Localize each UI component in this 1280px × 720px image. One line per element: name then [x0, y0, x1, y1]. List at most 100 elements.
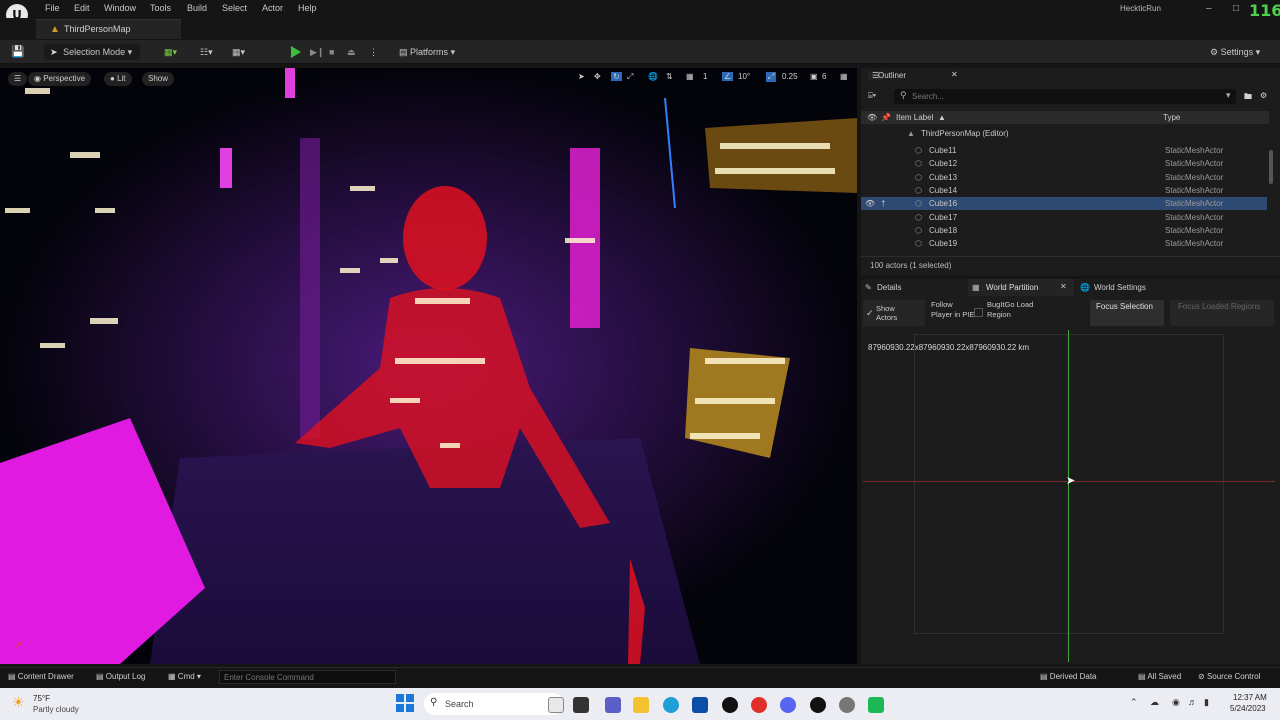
outliner-row[interactable]: ⬡ Cube17 StaticMeshActor [861, 211, 1267, 224]
outliner-row[interactable]: ⬡ Cube14 StaticMeshActor [861, 184, 1267, 197]
add-folder-icon[interactable]: 🖿 [1244, 91, 1252, 105]
menu-actor[interactable]: Actor [262, 3, 283, 13]
cinematics-icon[interactable]: ▦▾ [232, 44, 245, 60]
details-tab[interactable]: ✎ Details [861, 279, 968, 296]
battery-icon[interactable]: ▮ [1204, 697, 1209, 708]
console-command-input[interactable] [219, 670, 396, 684]
show-button[interactable]: Show [142, 72, 175, 86]
type-header[interactable]: Type [1163, 113, 1180, 122]
rotation-snap-value[interactable]: 10° [738, 72, 750, 81]
chevron-up-icon[interactable]: ⌃ [1130, 697, 1138, 708]
menu-select[interactable]: Select [222, 3, 247, 13]
menu-file[interactable]: File [45, 3, 60, 13]
clock-date[interactable]: 5/24/2023 [1230, 704, 1266, 713]
task-view-icon[interactable] [573, 697, 589, 713]
camera-speed-value[interactable]: 6 [822, 72, 826, 81]
show-actors-toggle[interactable]: ✓ Show Actors [863, 300, 925, 326]
play-button[interactable] [291, 46, 301, 58]
stop-icon[interactable]: ■ [329, 44, 334, 60]
outliner-row[interactable]: ⬡ Cube19 StaticMeshActor [861, 237, 1267, 250]
source-control-button[interactable]: ⊘ Source Control [1198, 672, 1260, 681]
surface-snap-icon[interactable]: ⇅ [666, 72, 673, 81]
scale-tool-icon[interactable]: ⤢ [627, 72, 633, 82]
scale-snap-value[interactable]: 0.25 [782, 72, 798, 81]
app-icon-2[interactable] [868, 697, 884, 713]
item-label-header[interactable]: Item Label [896, 113, 933, 122]
all-saved-button[interactable]: ▤ All Saved [1138, 672, 1181, 681]
eject-icon[interactable]: ⏏ [347, 44, 356, 60]
checkbox-icon[interactable] [974, 308, 983, 317]
scale-snap-icon[interactable]: ⤢ [766, 72, 777, 82]
step-icon[interactable]: ▶❙ [310, 44, 324, 60]
camera-speed-icon[interactable]: ▣ [810, 72, 818, 81]
teams-icon[interactable] [605, 697, 621, 713]
visibility-icon[interactable]: 👁 [865, 197, 875, 210]
grid-snap-icon[interactable]: ▦ [686, 72, 694, 81]
clock-time[interactable]: 12:37 AM [1233, 693, 1267, 702]
outliner-settings-icon[interactable]: ⚙ [1260, 91, 1267, 100]
widgets-icon[interactable] [548, 697, 564, 713]
outliner-row[interactable]: ⬡ Cube13 StaticMeshActor [861, 171, 1267, 184]
output-log-button[interactable]: ▤ Output Log [96, 672, 145, 681]
viewport-options-icon[interactable]: ☰ [8, 72, 28, 86]
grid-snap-value[interactable]: 1 [703, 72, 707, 81]
perspective-button[interactable]: ◉ Perspective [28, 72, 92, 86]
cmd-dropdown[interactable]: ▦ Cmd ▾ [168, 672, 201, 681]
maximize-viewport-icon[interactable]: ▦ [840, 72, 848, 81]
menu-tools[interactable]: Tools [150, 3, 171, 13]
world-partition-tab[interactable]: ▦ World Partition ✕ [968, 279, 1074, 296]
minimize-icon[interactable]: – [1206, 3, 1212, 14]
menu-build[interactable]: Build [187, 3, 207, 13]
outliner-root-row[interactable]: ▲ ThirdPersonMap (Editor) [861, 127, 1267, 140]
bugitgo-toggle[interactable]: BugItGo Load Region [974, 300, 1040, 330]
play-options-icon[interactable]: ⋮ [369, 44, 378, 60]
lit-button[interactable]: ● Lit [104, 72, 132, 86]
rotate-tool-icon[interactable]: ↻ [611, 72, 622, 81]
rotation-snap-icon[interactable]: ∠ [722, 72, 734, 81]
follow-player-toggle[interactable]: Follow Player in PIE [928, 300, 976, 330]
pin-column-icon[interactable]: 📌 [881, 113, 891, 122]
translate-tool-icon[interactable]: ✥ [594, 72, 601, 81]
windows-start-icon[interactable] [396, 694, 414, 712]
file-explorer-icon[interactable] [633, 697, 649, 713]
discord-icon[interactable] [780, 697, 796, 713]
focus-loaded-regions-button[interactable]: Focus Loaded Regions [1170, 300, 1274, 326]
outliner-row[interactable]: 👁 † ⬡ Cube16 StaticMeshActor [861, 197, 1267, 211]
settings-button[interactable]: ⚙ Settings ▾ [1210, 44, 1260, 60]
filter-icon[interactable]: ⌸▾ [868, 91, 876, 101]
derived-data-button[interactable]: ▤ Derived Data [1040, 672, 1096, 681]
store-icon[interactable] [692, 697, 708, 713]
outliner-search[interactable]: ⚲ ▾ [894, 89, 1236, 104]
selection-mode-dropdown[interactable]: ➤ Selection Mode ▾ [44, 44, 140, 60]
platforms-dropdown[interactable]: ▤ Platforms ▾ [399, 44, 455, 60]
weather-icon[interactable]: ☀ [12, 694, 25, 711]
level-viewport[interactable]: ☰ ◉ Perspective ● Lit Show ➤ ✥ ↻ ⤢ 🌐 ⇅ ▦… [0, 68, 857, 664]
focus-selection-button[interactable]: Focus Selection [1090, 300, 1164, 326]
menu-edit[interactable]: Edit [74, 3, 90, 13]
outliner-tab[interactable]: Outliner [878, 71, 906, 80]
pin-icon[interactable]: † [881, 197, 885, 210]
save-icon[interactable]: 💾 [11, 44, 25, 60]
taskbar-search[interactable]: ⚲ Search [424, 693, 564, 715]
menu-window[interactable]: Window [104, 3, 136, 13]
volume-icon[interactable]: ♬ [1188, 697, 1197, 707]
close-icon[interactable]: ✕ [951, 70, 958, 79]
world-space-icon[interactable]: 🌐 [648, 72, 658, 81]
close-icon[interactable]: ✕ [1060, 282, 1067, 291]
visibility-column-icon[interactable]: 👁 [867, 113, 877, 122]
cloud-icon[interactable]: ☁ [1150, 697, 1159, 708]
edge-icon[interactable] [663, 697, 679, 713]
menu-help[interactable]: Help [298, 3, 317, 13]
chrome-icon[interactable] [751, 697, 767, 713]
outliner-row[interactable]: ⬡ Cube12 StaticMeshActor [861, 157, 1267, 170]
outliner-row[interactable]: ⬡ Cube18 StaticMeshActor [861, 224, 1267, 237]
unreal-engine-icon[interactable] [810, 697, 826, 713]
maximize-icon[interactable]: □ [1233, 3, 1239, 14]
outliner-row[interactable]: ⬡ Cube11 StaticMeshActor [861, 144, 1267, 157]
select-tool-icon[interactable]: ➤ [578, 72, 585, 81]
search-input[interactable] [912, 90, 1212, 102]
app-icon[interactable] [722, 697, 738, 713]
world-settings-tab[interactable]: 🌐 World Settings [1076, 279, 1186, 296]
map-tab[interactable]: ▲ ThirdPersonMap [36, 19, 181, 39]
blueprint-icon[interactable]: ☷▾ [200, 44, 213, 60]
